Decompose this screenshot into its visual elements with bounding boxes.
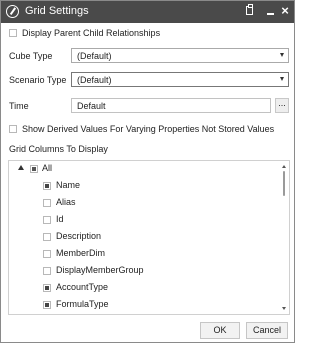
cube-type-value: (Default) — [77, 51, 112, 61]
ok-button[interactable]: OK — [200, 322, 240, 339]
tree-item-label: DisplayMemberGroup — [56, 265, 144, 275]
show-derived-checkbox[interactable] — [9, 125, 17, 133]
tree-row[interactable]: DisplayMemberGroup — [9, 263, 279, 280]
tree-row[interactable]: AccountType — [9, 280, 279, 297]
scroll-thumb[interactable] — [283, 171, 285, 196]
grid-columns-label: Grid Columns To Display — [9, 144, 108, 154]
tree-item-label: Alias — [56, 197, 76, 207]
grid-columns-tree[interactable]: All Name Alias Id Description MemberDim Displ… — [8, 160, 290, 315]
tree-item-checkbox[interactable] — [43, 284, 51, 292]
time-label: Time — [9, 101, 29, 111]
scroll-down-icon[interactable] — [282, 307, 286, 310]
time-browse-button[interactable]: ... — [275, 98, 289, 113]
tree-row[interactable]: MemberDim — [9, 246, 279, 263]
chevron-down-icon — [280, 53, 284, 57]
app-logo-icon — [6, 5, 19, 18]
tree-scrollbar[interactable] — [280, 162, 288, 313]
title-bar: Grid Settings × — [1, 1, 294, 23]
tree-row-all[interactable]: All — [9, 161, 279, 178]
tree-item-label: Name — [56, 180, 81, 190]
tree-item-checkbox[interactable] — [43, 233, 51, 241]
tree-row[interactable]: Name — [9, 178, 279, 195]
minimize-icon[interactable] — [267, 4, 275, 18]
cancel-button[interactable]: Cancel — [246, 322, 288, 339]
tree-item-label: MemberDim — [56, 248, 106, 258]
tree-item-label: FormulaType — [56, 299, 109, 309]
tree-item-checkbox[interactable] — [43, 250, 51, 258]
scroll-up-icon[interactable] — [282, 165, 286, 168]
tree-item-checkbox[interactable] — [43, 267, 51, 275]
clipboard-icon[interactable] — [245, 4, 255, 18]
cube-type-label: Cube Type — [9, 51, 53, 61]
close-icon[interactable]: × — [280, 4, 290, 18]
tree-item-label: AccountType — [56, 282, 109, 292]
tree-row[interactable]: Id — [9, 212, 279, 229]
tree-checkbox-all[interactable] — [30, 165, 38, 173]
time-input[interactable]: Default — [71, 98, 271, 113]
tree-row[interactable]: Alias — [9, 195, 279, 212]
tree-item-checkbox[interactable] — [43, 199, 51, 207]
scenario-type-value: (Default) — [77, 75, 112, 85]
tree-item-label: Description — [56, 231, 102, 241]
tree-item-checkbox[interactable] — [43, 182, 51, 190]
tree-item-checkbox[interactable] — [43, 216, 51, 224]
display-parent-child-label: Display Parent Child Relationships — [22, 28, 161, 38]
tree-item-label: Id — [56, 214, 64, 224]
expand-collapse-icon[interactable] — [18, 165, 24, 170]
time-value: Default — [77, 101, 106, 111]
display-parent-child-checkbox[interactable] — [9, 29, 17, 37]
cube-type-select[interactable]: (Default) — [71, 48, 289, 63]
scenario-type-label: Scenario Type — [9, 75, 67, 85]
scenario-type-select[interactable]: (Default) — [71, 72, 289, 87]
tree-row[interactable]: Description — [9, 229, 279, 246]
tree-label-all: All — [42, 163, 53, 173]
chevron-down-icon — [280, 77, 284, 81]
tree-row[interactable]: FormulaType — [9, 297, 279, 314]
dialog-title: Grid Settings — [25, 5, 89, 17]
tree-item-checkbox[interactable] — [43, 301, 51, 309]
show-derived-label: Show Derived Values For Varying Properti… — [22, 124, 275, 134]
grid-settings-dialog: Grid Settings × Display Parent Child Rel… — [0, 0, 295, 343]
